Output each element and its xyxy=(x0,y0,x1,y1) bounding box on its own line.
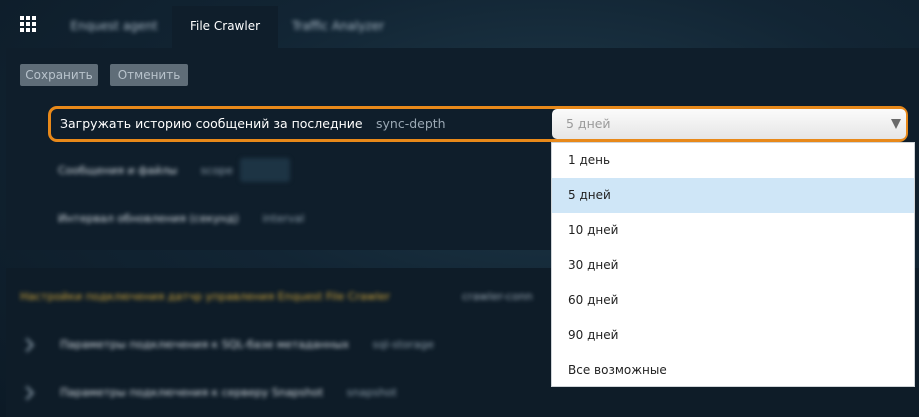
save-button[interactable]: Сохранить xyxy=(20,64,98,86)
top-bar: Enquest agent File Crawler Traffic Analy… xyxy=(0,0,919,48)
option-90-days[interactable]: 90 дней xyxy=(552,318,914,353)
history-depth-key: sync-depth xyxy=(376,116,446,131)
history-depth-value: 5 дней xyxy=(566,116,611,131)
option-all[interactable]: Все возможные xyxy=(552,353,914,388)
option-60-days[interactable]: 60 дней xyxy=(552,283,914,318)
messages-label: Сообщения и файлы xyxy=(58,164,178,177)
messages-row: Сообщения и файлы scope xyxy=(58,164,233,177)
history-depth-select[interactable]: 5 дней xyxy=(552,109,906,139)
interval-key: interval xyxy=(262,212,305,225)
interval-label: Интервал обновления (секунд) xyxy=(58,212,239,225)
connection-section-title: Настройки подключения датчр управления E… xyxy=(20,290,391,303)
connection-section-key: crawler-conn xyxy=(462,290,533,303)
option-10-days[interactable]: 10 дней xyxy=(552,213,914,248)
connection-row[interactable]: Параметры подключения к SQL-базе метадан… xyxy=(60,338,434,351)
interval-row: Интервал обновления (секунд) interval xyxy=(58,212,304,225)
tab-agent[interactable]: Enquest agent xyxy=(56,6,172,48)
connection-row-key: sql-storage xyxy=(372,338,435,351)
connection-row-label: Параметры подключения к SQL-базе метадан… xyxy=(60,338,350,351)
tab-traffic[interactable]: Traffic Analyzer xyxy=(278,6,398,48)
tab-file-crawler[interactable]: File Crawler xyxy=(172,6,278,48)
messages-field[interactable] xyxy=(240,158,290,182)
connection-row-label: Параметры подключения к серверу Snapshot xyxy=(60,386,324,399)
option-1-day[interactable]: 1 день xyxy=(552,143,914,178)
option-30-days[interactable]: 30 дней xyxy=(552,248,914,283)
option-5-days[interactable]: 5 дней xyxy=(552,178,914,213)
history-depth-options: 1 день 5 дней 10 дней 30 дней 60 дней 90… xyxy=(551,142,915,387)
connection-row-key: snapshot xyxy=(346,386,397,399)
apps-grid-icon[interactable] xyxy=(0,0,56,48)
cancel-button[interactable]: Отменить xyxy=(110,64,188,86)
select-arrow-icon[interactable] xyxy=(891,119,901,129)
connection-row[interactable]: Параметры подключения к серверу Snapshot… xyxy=(60,386,397,399)
history-depth-label: Загружать историю сообщений за последние xyxy=(60,116,363,131)
messages-key: scope xyxy=(200,164,233,177)
